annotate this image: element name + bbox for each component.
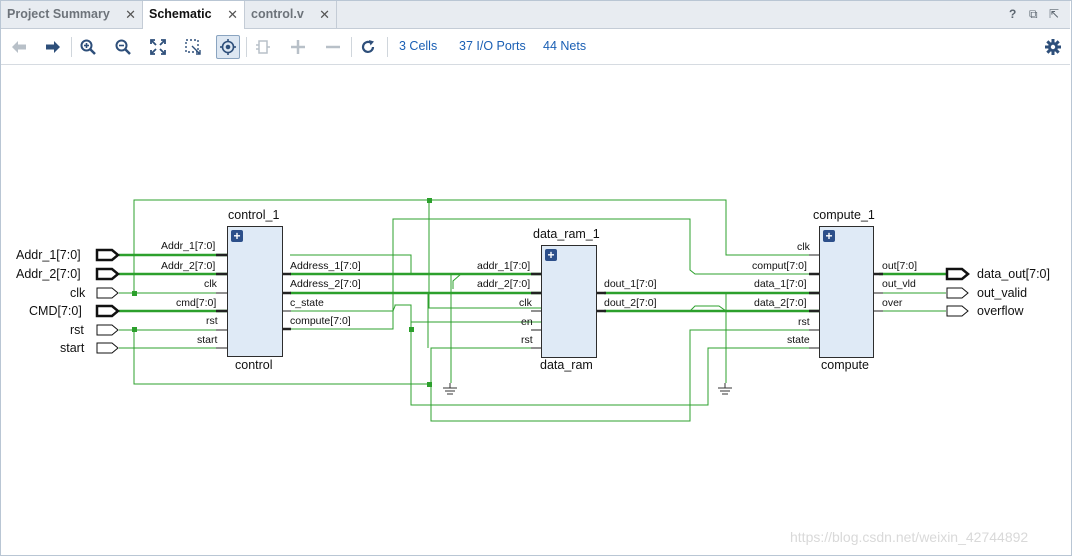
expand-cell-icon[interactable]: +	[231, 230, 243, 242]
pin-label: dout_1[7:0]	[604, 278, 657, 290]
input-port-addr-1[interactable]: Addr_1[7:0]	[16, 248, 81, 262]
input-port-rst[interactable]: rst	[70, 323, 84, 337]
close-icon[interactable]: ✕	[227, 1, 238, 28]
pin-label: out_vld	[882, 278, 916, 290]
pin-label: rst	[798, 316, 810, 328]
output-port-overflow[interactable]: overflow	[977, 304, 1024, 318]
toolbar-separator	[71, 37, 72, 57]
pin-label: dout_2[7:0]	[604, 297, 657, 309]
schematic-wires	[95, 198, 970, 422]
nets-link[interactable]: 44 Nets	[543, 39, 586, 53]
forward-icon[interactable]	[41, 35, 65, 59]
cells-link[interactable]: 3 Cells	[399, 39, 437, 53]
input-port-start[interactable]: start	[60, 341, 84, 355]
tab-label: Schematic	[149, 7, 212, 21]
input-port-clk[interactable]: clk	[70, 286, 85, 300]
pin-label: cmd[7:0]	[176, 297, 217, 309]
cell-module-name: control	[235, 358, 273, 372]
input-port-cmd[interactable]: CMD[7:0]	[29, 304, 82, 318]
settings-icon[interactable]	[1041, 35, 1065, 59]
output-port-data-out[interactable]: data_out[7:0]	[977, 267, 1050, 281]
cell-module-name: compute	[821, 358, 869, 372]
pin-label: start	[197, 334, 218, 346]
tab-project-summary[interactable]: Project Summary ✕	[1, 1, 143, 28]
zoom-out-icon[interactable]	[111, 35, 135, 59]
cell-control-1[interactable]: +	[227, 226, 283, 357]
cell-data-ram-1[interactable]: +	[541, 245, 597, 358]
cell-instance-name: compute_1	[813, 208, 875, 222]
fit-icon[interactable]	[146, 35, 170, 59]
cell-compute-1[interactable]: +	[819, 226, 874, 358]
close-icon[interactable]: ✕	[125, 1, 136, 28]
pin-label: data_1[7:0]	[754, 278, 807, 290]
pin-label: Addr_1[7:0]	[161, 240, 216, 252]
pin-label: en	[521, 316, 533, 328]
toolbar-separator	[246, 37, 247, 57]
tab-control-v[interactable]: control.v ✕	[245, 1, 337, 28]
zoom-area-icon[interactable]	[181, 35, 205, 59]
expand-cell-icon[interactable]: +	[823, 230, 835, 242]
pin-label: clk	[797, 241, 810, 253]
pin-label: c_state	[290, 297, 324, 309]
pin-label: rst	[206, 315, 218, 327]
pin-label: Address_2[7:0]	[290, 278, 361, 290]
pin-label: out[7:0]	[882, 260, 918, 272]
pin-label: comput[7:0]	[752, 260, 807, 272]
tab-label: Project Summary	[7, 7, 110, 21]
back-icon[interactable]	[7, 35, 31, 59]
pin-label: clk	[204, 278, 217, 290]
io-ports-link[interactable]: 37 I/O Ports	[459, 39, 526, 53]
input-port-addr-2[interactable]: Addr_2[7:0]	[16, 267, 81, 281]
pin-label: state	[787, 334, 810, 346]
expand-icon[interactable]: ⇱	[1049, 7, 1059, 21]
watermark: https://blog.csdn.net/weixin_42744892	[790, 529, 1029, 545]
toolbar-separator	[387, 37, 388, 57]
refresh-icon[interactable]	[356, 35, 380, 59]
pin-label: compute[7:0]	[290, 315, 351, 327]
collapse-icon[interactable]	[251, 35, 275, 59]
cell-module-name: data_ram	[540, 358, 593, 372]
expand-cell-icon[interactable]: +	[545, 249, 557, 261]
autofit-icon[interactable]	[216, 35, 240, 59]
cell-instance-name: control_1	[228, 208, 280, 222]
pin-label: over	[882, 297, 903, 309]
pin-label: clk	[519, 297, 532, 309]
cell-instance-name: data_ram_1	[533, 227, 600, 241]
output-port-out-valid[interactable]: out_valid	[977, 286, 1027, 300]
zoom-in-icon[interactable]	[76, 35, 100, 59]
remove-icon[interactable]	[321, 35, 345, 59]
pin-label: addr_1[7:0]	[477, 260, 531, 272]
tab-bar: Project Summary ✕ Schematic ✕ control.v …	[1, 1, 1070, 29]
tab-schematic[interactable]: Schematic ✕	[143, 1, 245, 29]
schematic-canvas[interactable]: Addr_1[7:0] Addr_2[7:0] clk CMD[7:0] rst…	[1, 65, 1070, 554]
pin-label: Address_1[7:0]	[290, 260, 361, 272]
help-icon[interactable]: ?	[1009, 7, 1016, 21]
pin-label: addr_2[7:0]	[477, 278, 531, 290]
pin-label: Addr_2[7:0]	[161, 260, 216, 272]
add-icon[interactable]	[286, 35, 310, 59]
close-icon[interactable]: ✕	[319, 1, 330, 28]
toolbar: 3 Cells 37 I/O Ports 44 Nets	[1, 29, 1070, 65]
pin-label: data_2[7:0]	[754, 297, 807, 309]
toolbar-separator	[351, 37, 352, 57]
restore-icon[interactable]: ⧉	[1029, 7, 1038, 22]
pin-label: rst	[521, 334, 533, 346]
tab-label: control.v	[251, 7, 304, 21]
